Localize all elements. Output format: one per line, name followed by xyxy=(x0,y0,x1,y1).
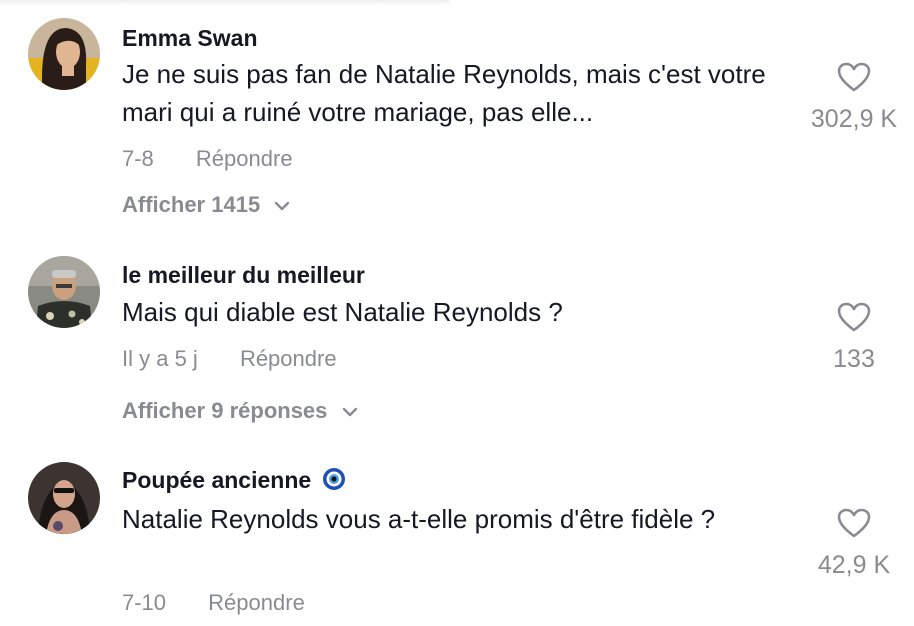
show-replies-label: Afficher 1415 xyxy=(122,192,261,217)
like-control: 302,9 K xyxy=(794,62,914,135)
chevron-down-icon xyxy=(342,397,358,425)
comment-meta: Il y a 5 j Répondre xyxy=(122,345,337,373)
comment-author[interactable]: Poupée ancienne xyxy=(122,466,346,497)
heart-outline-icon[interactable] xyxy=(794,508,914,543)
show-replies-label: Afficher 9 réponses xyxy=(122,398,328,423)
avatar[interactable] xyxy=(28,256,100,328)
comment-text: Mais qui diable est Natalie Reynolds ? xyxy=(122,297,563,327)
reply-button[interactable]: Répondre xyxy=(208,590,305,615)
comment-date: 7-10 xyxy=(122,590,167,615)
comment-author-name: Poupée ancienne xyxy=(122,467,312,493)
comments-page: Emma Swan Je ne suis pas fan de Natalie … xyxy=(0,0,914,626)
like-control: 42,9 K xyxy=(794,508,914,581)
heart-outline-icon[interactable] xyxy=(794,302,914,337)
like-count: 302,9 K xyxy=(810,105,898,133)
show-replies-button[interactable]: Afficher 9 réponses xyxy=(122,397,358,425)
like-control: 133 xyxy=(794,302,914,375)
reply-button[interactable]: Répondre xyxy=(240,346,337,371)
comment-author[interactable]: le meilleur du meilleur xyxy=(122,261,365,289)
like-count: 133 xyxy=(833,345,875,373)
comment-meta: 7-8 Répondre xyxy=(122,145,293,173)
reply-button[interactable]: Répondre xyxy=(196,146,293,171)
comment-text: Je ne suis pas fan de Natalie Reynolds, … xyxy=(122,59,766,127)
avatar[interactable] xyxy=(28,18,100,90)
top-edge-shadow xyxy=(0,0,450,6)
like-count: 42,9 K xyxy=(817,551,891,579)
comment-date: Il y a 5 j xyxy=(122,346,198,371)
comment-meta: 7-10 Répondre xyxy=(122,589,305,617)
chevron-down-icon xyxy=(274,191,290,219)
comment-date: 7-8 xyxy=(122,146,154,171)
comment-text: Natalie Reynolds vous a-t-elle promis d'… xyxy=(122,504,716,534)
avatar[interactable] xyxy=(28,462,100,534)
nazar-eye-icon xyxy=(322,467,346,497)
show-replies-button[interactable]: Afficher 1415 xyxy=(122,191,290,219)
comment-author[interactable]: Emma Swan xyxy=(122,24,258,52)
heart-outline-icon[interactable] xyxy=(794,62,914,97)
